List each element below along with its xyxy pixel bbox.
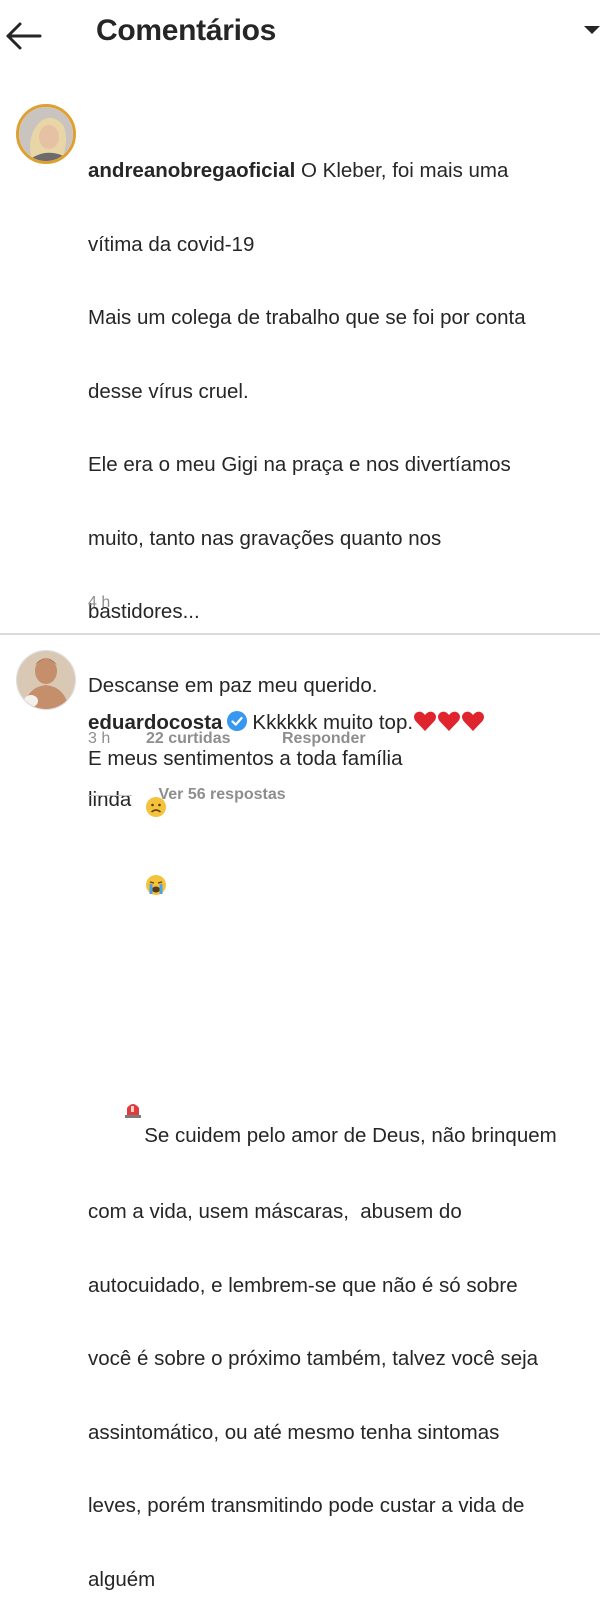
likes-count-link[interactable]: 22 curtidas — [146, 730, 230, 748]
comment-line: Ele era o meu Gigi na praça e nos divert… — [88, 453, 511, 476]
comment-timestamp: 3 h — [88, 730, 111, 747]
comment-line: assintomático, ou até mesmo tenha sintom… — [88, 1420, 500, 1444]
heart-icon — [437, 710, 461, 739]
divider-line — [88, 794, 132, 796]
view-replies-label: Ver 56 respostas — [158, 786, 286, 803]
profile-photo-eduardo — [17, 651, 75, 709]
heart-icon — [461, 710, 485, 739]
heart-icon — [413, 710, 437, 739]
page-title: Comentários — [96, 14, 277, 47]
comment-line: andreanobregaoficial O Kleber, foi mais … — [88, 159, 509, 182]
comment-line: autocuidado, e lembrem-se que não é só s… — [88, 1273, 518, 1297]
profile-photo-andrea — [19, 107, 73, 161]
comment-body: andreanobregaoficial O Kleber, foi mais … — [88, 110, 557, 1600]
avatar[interactable] — [16, 104, 76, 164]
header-bar: Comentários — [0, 0, 600, 74]
comment-line: Se cuidem pelo amor de Deus, não brinque… — [88, 1074, 557, 1152]
comment-timestamp: 4 h — [88, 594, 111, 611]
comment-line: vítima da covid-19 — [88, 232, 255, 256]
comment-line — [88, 1000, 557, 1025]
direct-message-icon[interactable] — [578, 22, 600, 44]
avatar[interactable] — [16, 650, 76, 710]
divider — [0, 633, 600, 635]
comment-line: desse vírus cruel. — [88, 379, 249, 403]
comment-line: leves, porém transmitindo pode custar a … — [88, 1494, 525, 1517]
crying-face-icon — [111, 849, 167, 927]
comment-line: muito, tanto nas gravações quanto nos — [88, 526, 442, 550]
reply-button[interactable]: Responder — [282, 730, 366, 748]
comment-line: alguém — [88, 1567, 156, 1591]
back-button[interactable] — [2, 14, 46, 58]
comment-body: eduardocosta Kkkkkk muito top. linda — [88, 661, 485, 837]
rotating-light-icon — [88, 1074, 144, 1152]
arrow-left-icon — [6, 22, 42, 50]
comment-username[interactable]: andreanobregaoficial — [88, 159, 295, 182]
view-replies-link[interactable]: Ver 56 respostas — [88, 786, 286, 806]
comment-line: bastidores... — [88, 600, 200, 623]
comment-line: Mais um colega de trabalho que se foi po… — [88, 306, 526, 329]
comment-line: você é sobre o próximo também, talvez vo… — [88, 1347, 539, 1370]
comment-line: com a vida, usem máscaras, abusem do — [88, 1200, 462, 1223]
